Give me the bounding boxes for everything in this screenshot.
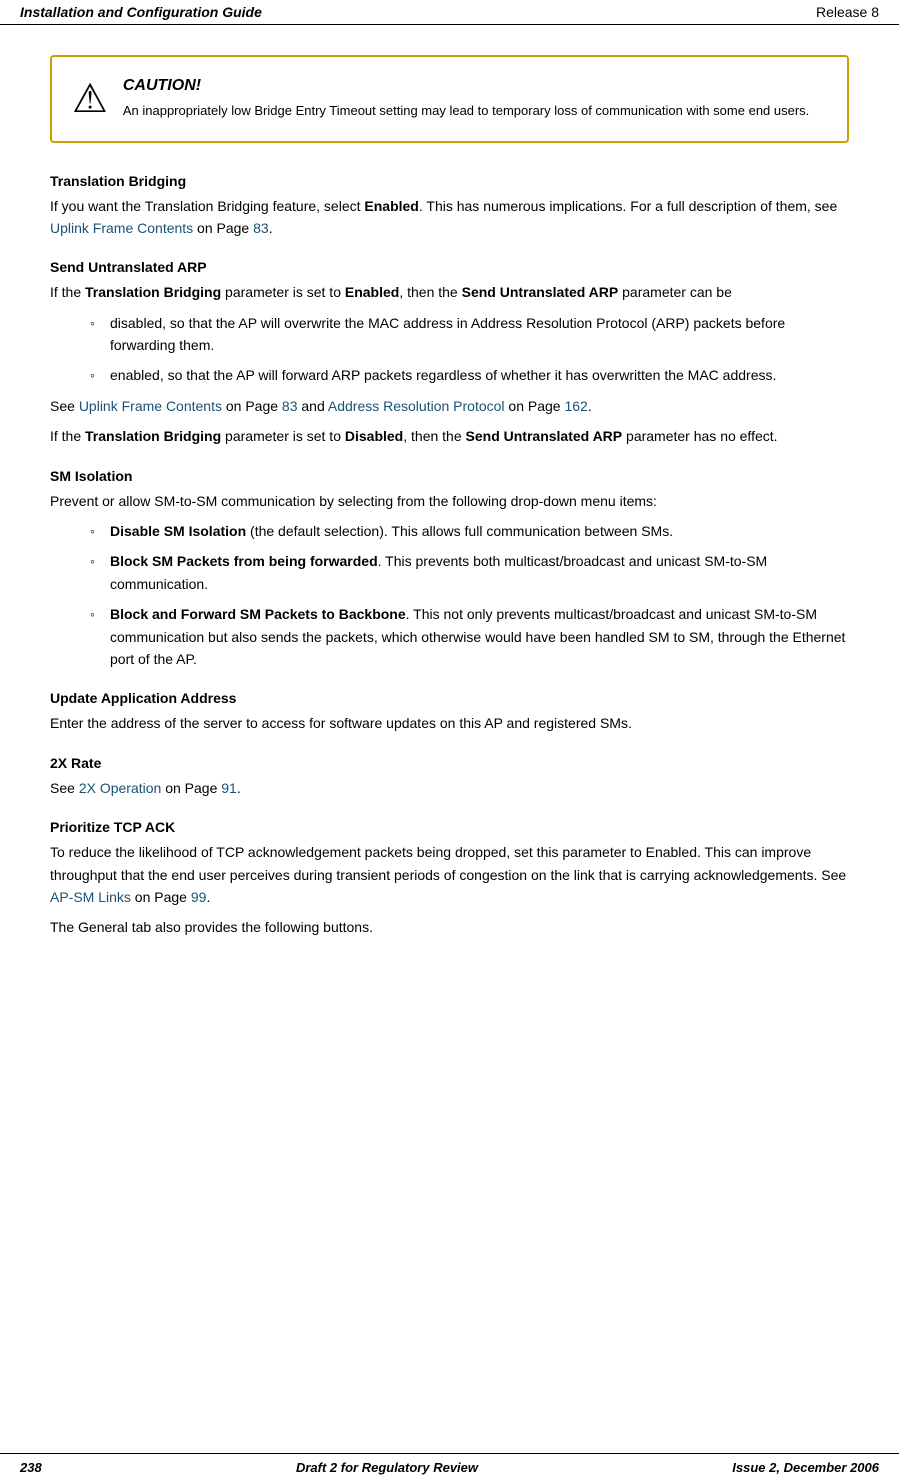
link-page-83-1[interactable]: 83 [253,220,269,236]
link-address-resolution-protocol[interactable]: Address Resolution Protocol [328,398,505,414]
link-page-91[interactable]: 91 [221,780,237,796]
footer-issue-text: Issue 2, December 2006 [732,1460,879,1475]
text-send-untranslated-arp-disabled: If the Translation Bridging parameter is… [50,425,849,447]
heading-2x-rate: 2X Rate [50,755,849,771]
link-uplink-frame-contents-1[interactable]: Uplink Frame Contents [50,220,193,236]
text-send-untranslated-arp-see: See Uplink Frame Contents on Page 83 and… [50,395,849,417]
text-send-untranslated-arp-intro: If the Translation Bridging parameter is… [50,281,849,303]
list-send-untranslated-arp: disabled, so that the AP will overwrite … [90,312,849,387]
link-page-99[interactable]: 99 [191,889,207,905]
list-item-disable-sm-isolation: Disable SM Isolation (the default select… [90,520,849,542]
list-item-disabled-arp: disabled, so that the AP will overwrite … [90,312,849,357]
page-header: Installation and Configuration Guide Rel… [0,0,899,25]
list-item-block-sm-packets: Block SM Packets from being forwarded. T… [90,550,849,595]
header-release: Release 8 [816,4,879,20]
section-sm-isolation: SM Isolation Prevent or allow SM-to-SM c… [50,468,849,671]
caution-title: CAUTION! [123,77,827,95]
link-2x-operation[interactable]: 2X Operation [79,780,162,796]
header-title: Installation and Configuration Guide [20,4,262,20]
main-content: ⚠ CAUTION! An inappropriately low Bridge… [0,25,899,999]
heading-send-untranslated-arp: Send Untranslated ARP [50,259,849,275]
section-prioritize-tcp-ack: Prioritize TCP ACK To reduce the likelih… [50,819,849,939]
list-item-enabled-arp: enabled, so that the AP will forward ARP… [90,364,849,386]
caution-text: An inappropriately low Bridge Entry Time… [123,101,827,121]
section-2x-rate: 2X Rate See 2X Operation on Page 91. [50,755,849,799]
text-prioritize-tcp-ack-2: The General tab also provides the follow… [50,916,849,938]
text-update-application-address: Enter the address of the server to acces… [50,712,849,734]
page-footer: 238 Draft 2 for Regulatory Review Issue … [0,1453,899,1481]
list-sm-isolation: Disable SM Isolation (the default select… [90,520,849,670]
list-item-block-forward-sm: Block and Forward SM Packets to Backbone… [90,603,849,670]
footer-draft-text: Draft 2 for Regulatory Review [296,1460,478,1475]
text-sm-isolation-intro: Prevent or allow SM-to-SM communication … [50,490,849,512]
link-page-162[interactable]: 162 [564,398,587,414]
caution-icon: ⚠ [72,79,108,119]
text-translation-bridging: If you want the Translation Bridging fea… [50,195,849,240]
link-ap-sm-links[interactable]: AP-SM Links [50,889,131,905]
link-uplink-frame-contents-2[interactable]: Uplink Frame Contents [79,398,222,414]
caution-box: ⚠ CAUTION! An inappropriately low Bridge… [50,55,849,143]
footer-page-number: 238 [20,1460,42,1475]
text-2x-rate: See 2X Operation on Page 91. [50,777,849,799]
heading-prioritize-tcp-ack: Prioritize TCP ACK [50,819,849,835]
caution-content: CAUTION! An inappropriately low Bridge E… [123,77,827,121]
text-prioritize-tcp-ack-1: To reduce the likelihood of TCP acknowle… [50,841,849,908]
link-page-83-2[interactable]: 83 [282,398,298,414]
heading-sm-isolation: SM Isolation [50,468,849,484]
heading-translation-bridging: Translation Bridging [50,173,849,189]
heading-update-application-address: Update Application Address [50,690,849,706]
section-send-untranslated-arp: Send Untranslated ARP If the Translation… [50,259,849,447]
section-update-application-address: Update Application Address Enter the add… [50,690,849,734]
section-translation-bridging: Translation Bridging If you want the Tra… [50,173,849,240]
